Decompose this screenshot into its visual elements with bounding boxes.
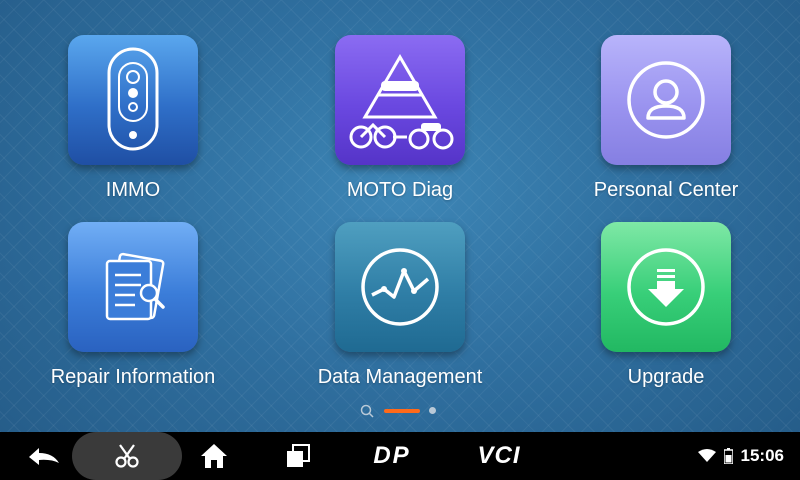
app-label-data-management: Data Management xyxy=(317,366,483,388)
page-indicator-active[interactable] xyxy=(384,409,420,413)
app-data-management[interactable]: Data Management xyxy=(290,222,510,389)
recent-apps-button[interactable] xyxy=(276,432,320,480)
search-page-icon[interactable] xyxy=(360,404,374,418)
back-arrow-icon xyxy=(29,448,59,465)
app-moto-diag[interactable]: MOTO Diag xyxy=(290,35,510,202)
status-area: 15:06 xyxy=(697,432,784,480)
app-label-upgrade: Upgrade xyxy=(627,366,705,388)
user-profile-icon xyxy=(627,61,705,139)
vci-button[interactable]: VCI xyxy=(466,432,532,480)
dp-label: DP xyxy=(373,442,411,469)
app-personal-center[interactable]: Personal Center xyxy=(556,35,776,202)
app-label-moto-diag: MOTO Diag xyxy=(346,179,454,201)
app-label-repair-information: Repair Information xyxy=(50,366,216,388)
clock-time: 15:06 xyxy=(740,446,784,465)
page-indicator-dot[interactable] xyxy=(429,407,436,414)
home-icon xyxy=(201,444,227,468)
car-key-icon xyxy=(107,47,159,151)
screenshot-button[interactable] xyxy=(72,432,182,480)
app-label-immo: IMMO xyxy=(105,179,161,201)
repair-information-tile[interactable] xyxy=(68,222,198,352)
moto-diag-tile[interactable] xyxy=(335,35,465,165)
back-button[interactable] xyxy=(22,432,66,480)
upgrade-tile[interactable] xyxy=(601,222,731,352)
recent-apps-icon xyxy=(287,444,310,467)
battery-icon xyxy=(723,448,733,464)
data-management-tile[interactable] xyxy=(335,222,465,352)
personal-center-tile[interactable] xyxy=(601,35,731,165)
app-immo[interactable]: IMMO xyxy=(23,35,243,202)
app-label-personal-center: Personal Center xyxy=(593,179,739,201)
navigation-bar: DP VCI 15:06 xyxy=(0,432,800,480)
dp-button[interactable]: DP xyxy=(362,432,422,480)
home-button[interactable] xyxy=(192,432,236,480)
app-repair-information[interactable]: Repair Information xyxy=(23,222,243,389)
motorcycle-snowmobile-atv-icon xyxy=(349,54,454,150)
scissors-icon xyxy=(115,444,139,468)
immo-tile[interactable] xyxy=(68,35,198,165)
app-upgrade[interactable]: Upgrade xyxy=(556,222,776,389)
page-indicator xyxy=(358,403,448,419)
vci-label: VCI xyxy=(477,442,521,469)
download-arrow-icon xyxy=(627,248,705,326)
wifi-icon xyxy=(697,449,716,462)
documents-magnifier-icon xyxy=(105,252,165,321)
line-graph-icon xyxy=(361,248,439,326)
